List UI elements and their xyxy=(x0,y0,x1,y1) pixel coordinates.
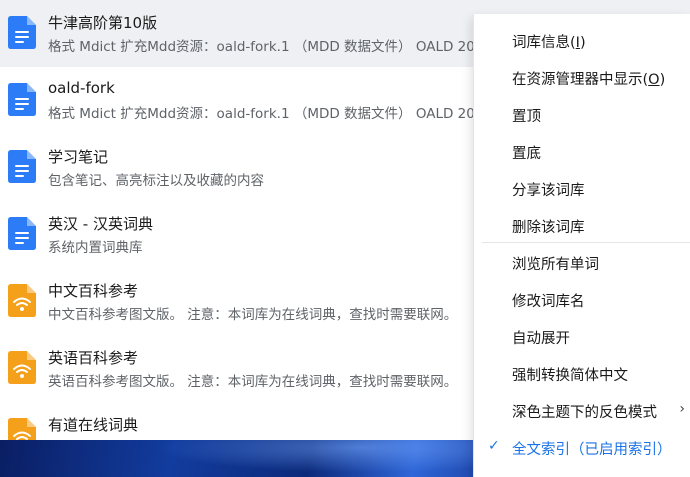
dictionary-description: 系统内置词典库 xyxy=(48,240,143,256)
dictionary-title: 中文百科参考 xyxy=(48,282,139,300)
menu-item-label: 分享该词库 xyxy=(512,183,585,199)
menu-force-simplified[interactable]: 强制转换简体中文 xyxy=(474,355,690,392)
document-icon xyxy=(8,83,36,116)
online-document-icon xyxy=(8,418,36,440)
menu-auto-expand[interactable]: 自动展开 xyxy=(474,318,690,355)
dictionary-title: 有道在线词典 xyxy=(48,416,139,434)
menu-pin-top[interactable]: 置顶 xyxy=(474,96,690,133)
menu-browse-words[interactable]: 浏览所有单词 xyxy=(474,244,690,281)
dictionary-title: 英汉 - 汉英词典 xyxy=(48,215,153,233)
context-menu: 词库信息(I) 在资源管理器中显示(O) 置顶置底分享该词库删除该词库浏览所有单词修… xyxy=(473,14,690,477)
menu-item-label: 深色主题下的反色模式 xyxy=(512,405,657,421)
menu-item-label: 词库信息(I) xyxy=(512,35,586,51)
menu-dictionary-info[interactable]: 词库信息(I) xyxy=(474,22,690,59)
menu-show-in-explorer[interactable]: 在资源管理器中显示(O) xyxy=(474,59,690,96)
online-document-icon xyxy=(8,284,36,317)
menu-item-label: 强制转换简体中文 xyxy=(512,368,628,384)
menu-item-label: 在资源管理器中显示(O) xyxy=(512,72,666,88)
menu-item-label: 修改词库名 xyxy=(512,294,585,310)
dictionary-description: 英语百科参考图文版。 注意：本词库为在线词典，查找时需要联网。 xyxy=(48,374,458,390)
dictionary-title: 学习笔记 xyxy=(48,148,109,166)
menu-item-label: 删除该词库 xyxy=(512,220,585,236)
online-document-icon xyxy=(8,351,36,384)
menu-item-label: 置顶 xyxy=(512,109,541,125)
menu-rename-dictionary[interactable]: 修改词库名 xyxy=(474,281,690,318)
dictionary-title: 英语百科参考 xyxy=(48,349,139,367)
menu-item-label: 置底 xyxy=(512,146,541,162)
dictionary-description: 有道在线词典基于互联网海量数据抓取，提供了丰富的英语词汇及解释 xyxy=(48,437,467,440)
chevron-right-icon: › xyxy=(679,401,685,417)
menu-dark-invert[interactable]: 深色主题下的反色模式 › xyxy=(474,392,690,429)
dictionary-description: 格式 Mdict 扩充Mdd资源：oald-fork.1 （MDD 数据文件） … xyxy=(48,39,497,55)
menu-share-dictionary[interactable]: 分享该词库 xyxy=(474,170,690,207)
document-icon xyxy=(8,16,36,49)
checkmark-icon: ✓ xyxy=(488,438,500,454)
document-icon xyxy=(8,150,36,183)
menu-separator xyxy=(482,242,690,243)
document-icon xyxy=(8,217,36,250)
menu-item-label: 全文索引（已启用索引） xyxy=(512,442,672,458)
dictionary-description: 包含笔记、高亮标注以及收藏的内容 xyxy=(48,173,264,189)
dictionary-description: 中文百科参考图文版。 注意：本词库为在线词典，查找时需要联网。 xyxy=(48,307,458,323)
dictionary-title: 牛津高阶第10版 xyxy=(48,14,158,32)
menu-fulltext-index[interactable]: ✓ 全文索引（已启用索引） xyxy=(474,429,690,466)
dictionary-title: oald-fork xyxy=(48,79,115,97)
dictionary-description: 格式 Mdict 扩充Mdd资源：oald-fork.1 （MDD 数据文件） … xyxy=(48,106,497,122)
menu-item-label: 自动展开 xyxy=(512,331,570,347)
menu-pin-bottom[interactable]: 置底 xyxy=(474,133,690,170)
menu-delete-dictionary[interactable]: 删除该词库 xyxy=(474,207,690,244)
menu-item-label: 浏览所有单词 xyxy=(512,257,599,273)
